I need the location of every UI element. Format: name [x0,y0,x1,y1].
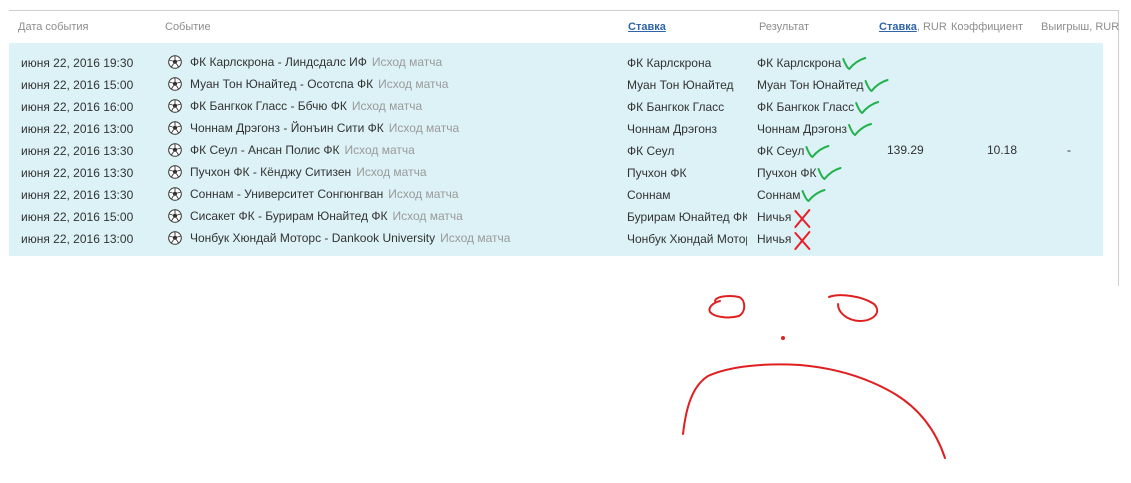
soccer-ball-icon [168,231,182,245]
row-stake: Пучхон ФК [627,166,687,180]
row-event: Сисакет ФК - Бурирам Юнайтед ФК Исход мат… [168,208,608,224]
header-event: Событие [165,21,211,33]
row-event-type: Исход матча [388,121,460,135]
soccer-ball-icon [168,165,182,179]
summary-row: 139.29 10.18 - [9,138,1103,160]
row-date: июня 22, 2016 19:30 [21,56,134,70]
row-event-name: ФК Карлскрона - Линдсдалс ИФ [190,55,367,69]
row-event-type: Исход матча [440,231,511,245]
header-amount: Ставка, RUR [879,21,947,33]
header-win: Выигрыш, RUR [1041,21,1120,33]
summary-coef: 10.18 [987,143,1018,157]
row-event: ФК Карлскрона - Линдсдалс ИФ Исход матча [168,54,608,70]
row-event-type: Исход матча [388,187,459,201]
row-event-type: Исход матча [356,165,427,179]
table-row: июня 22, 2016 15:00 Муан Тон Юнайтед - Ос… [9,73,1103,95]
soccer-ball-icon [168,77,182,91]
doodle-nose [781,336,785,340]
row-event: ФК Бангкок Гласс - Ббчю ФК Исход матча [168,98,608,114]
row-stake: Соннам [627,188,671,202]
row-date: июня 22, 2016 13:30 [21,166,134,180]
row-event-name: Чоннам Дрэгонз - Йонъин Сити ФК [190,121,384,135]
soccer-ball-icon [168,121,182,135]
table-right-border [1118,10,1119,286]
row-stake: ФК Карлскрона [627,56,712,70]
doodle-left-eye [708,295,746,319]
table-row: июня 22, 2016 13:30 Пучхон ФК - Кёнджу Си… [9,161,1103,183]
row-result: Соннам [757,188,801,202]
row-event: Соннам - Университет Сонгюнгван Исход мат… [168,186,608,202]
row-event: Муан Тон Юнайтед - Осотспа ФК Исход матча [168,76,608,92]
row-date: июня 22, 2016 16:00 [21,100,134,114]
row-result: Ничья [757,210,792,224]
header-date: Дата события [18,21,89,33]
header-stake-link[interactable]: Ставка [628,21,666,33]
row-event-type: Исход матча [371,55,443,69]
doodle-right-eye [828,294,879,323]
row-date: июня 22, 2016 15:00 [21,78,134,92]
header-stake[interactable]: Ставка [628,21,666,33]
table-row: июня 22, 2016 13:00 Чонбук Хюндай Моторс … [9,227,1103,249]
header-amount-suffix: , RUR [916,21,947,33]
row-result: Ничья [757,232,792,246]
row-stake: Бурирам Юнайтед ФК [627,210,747,224]
row-result: ФК Бангкок Гласс [757,100,855,114]
row-result: Муан Тон Юнайтед [757,78,864,92]
row-event-name: ФК Бангкок Гласс - Ббчю ФК [190,99,347,113]
row-event-name: Соннам - Университет Сонгюнгван [190,187,384,201]
row-event-name: Пучхон ФК - Кёнджу Ситизен [190,165,352,179]
row-date: июня 22, 2016 13:30 [21,188,134,202]
row-event-name: Муан Тон Юнайтед - Осотспа ФК [190,77,374,91]
row-stake: Чонбук Хюндай Моторс [627,232,747,246]
summary-amount: 139.29 [887,143,924,157]
row-result: Пучхон ФК [757,166,817,180]
soccer-ball-icon [168,55,182,69]
row-event-name: Сисакет ФК - Бурирам Юнайтед ФК [190,209,388,223]
soccer-ball-icon [168,99,182,113]
table-row: июня 22, 2016 15:00 Сисакет ФК - Бурирам … [9,205,1103,227]
header-amount-link[interactable]: Ставка [879,21,917,33]
row-date: июня 22, 2016 13:00 [21,122,134,136]
doodle-mouth [682,363,946,459]
row-stake: Чоннам Дрэгонз [627,122,718,136]
row-event-type: Исход матча [378,77,449,91]
row-result: Чоннам Дрэгонз [757,122,848,136]
soccer-ball-icon [168,209,182,223]
row-event: Чоннам Дрэгонз - Йонъин Сити ФК Исход мат… [168,120,608,136]
table-row: июня 22, 2016 19:30 ФК Карлскрона - Линдс… [9,51,1103,73]
row-stake: Муан Тон Юнайтед [627,78,734,92]
row-date: июня 22, 2016 13:00 [21,232,134,246]
row-result: ФК Карлскрона [757,56,842,70]
row-event: Пучхон ФК - Кёнджу Ситизен Исход матча [168,164,608,180]
summary-win: - [1067,143,1071,157]
row-event-type: Исход матча [392,209,463,223]
table-row: июня 22, 2016 13:30 Соннам - Университет … [9,183,1103,205]
soccer-ball-icon [168,187,182,201]
row-stake: ФК Бангкок Гласс [627,100,725,114]
table-row: июня 22, 2016 16:00 ФК Бангкок Гласс - Бб… [9,95,1103,117]
header-result: Результат [759,21,810,33]
header-coef: Коэффициент [951,21,1024,33]
table-header: Дата события Событие Ставка Результат Ст… [9,11,1120,43]
row-date: июня 22, 2016 15:00 [21,210,134,224]
row-event: Чонбук Хюндай Моторс - Dankook Universit… [168,230,608,246]
row-event-name: Чонбук Хюндай Моторс - Dankook Universit… [190,231,436,245]
table-row: июня 22, 2016 13:00 Чоннам Дрэгонз - Йонъ… [9,117,1103,139]
row-event-type: Исход матча [351,99,423,113]
